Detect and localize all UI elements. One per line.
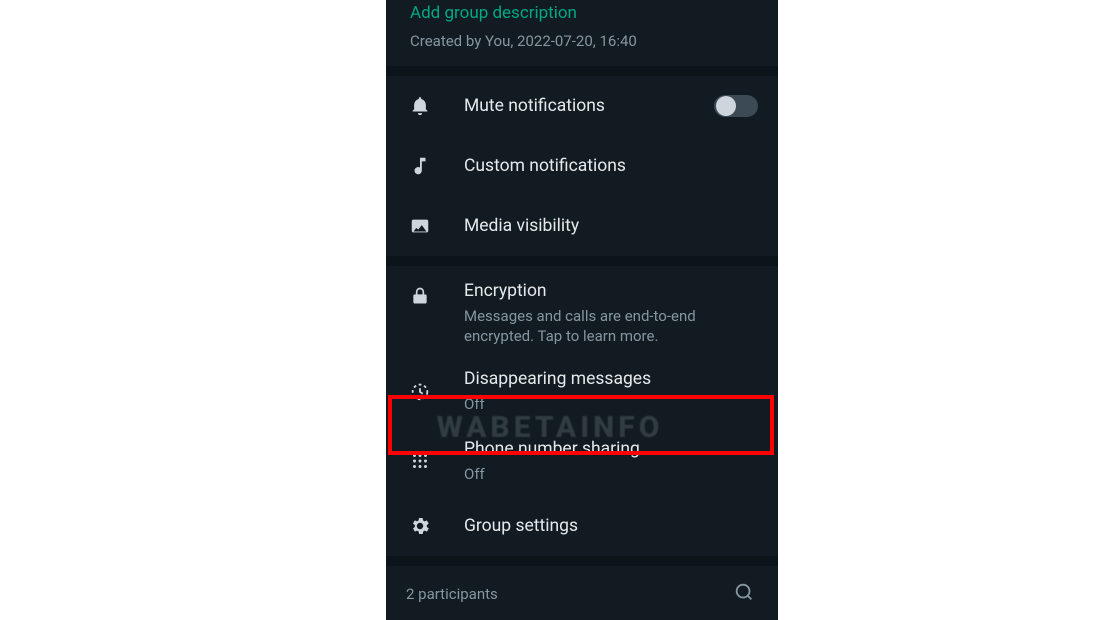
- privacy-section: Encryption Messages and calls are end-to…: [386, 266, 778, 556]
- disappearing-messages-row[interactable]: Disappearing messages Off: [386, 358, 778, 426]
- participants-count-label: 2 participants: [406, 585, 498, 603]
- add-group-description-link[interactable]: Add group description: [410, 2, 754, 24]
- search-participants-button[interactable]: [730, 580, 758, 608]
- music-note-icon: [406, 152, 434, 180]
- encryption-row[interactable]: Encryption Messages and calls are end-to…: [386, 266, 778, 358]
- encryption-sublabel: Messages and calls are end-to-end encryp…: [464, 306, 714, 346]
- section-divider: [386, 556, 778, 566]
- notifications-section: Mute notifications Custom notifications …: [386, 76, 778, 256]
- group-settings-row[interactable]: Group settings: [386, 496, 778, 556]
- phone-number-sharing-value: Off: [464, 464, 714, 484]
- media-visibility-row[interactable]: Media visibility: [386, 196, 778, 256]
- group-header: Add group description Created by You, 20…: [386, 0, 778, 66]
- media-visibility-label: Media visibility: [464, 215, 758, 237]
- gear-icon: [406, 512, 434, 540]
- participants-header: 2 participants: [386, 566, 778, 618]
- group-created-label: Created by You, 2022-07-20, 16:40: [410, 30, 754, 52]
- phone-screen: Add group description Created by You, 20…: [386, 0, 778, 620]
- disappearing-messages-value: Off: [464, 394, 714, 414]
- lock-icon: [406, 282, 434, 310]
- dialpad-icon: [406, 447, 434, 475]
- mute-notifications-row[interactable]: Mute notifications: [386, 76, 778, 136]
- mute-notifications-label: Mute notifications: [464, 95, 684, 117]
- section-divider: [386, 256, 778, 266]
- mute-notifications-toggle[interactable]: [714, 95, 758, 117]
- custom-notifications-label: Custom notifications: [464, 155, 758, 177]
- image-icon: [406, 212, 434, 240]
- timer-icon: [406, 377, 434, 405]
- disappearing-messages-label: Disappearing messages: [464, 368, 758, 390]
- section-divider: [386, 66, 778, 76]
- search-icon: [733, 581, 755, 607]
- page-stage: Add group description Created by You, 20…: [0, 0, 1100, 620]
- custom-notifications-row[interactable]: Custom notifications: [386, 136, 778, 196]
- bell-icon: [406, 92, 434, 120]
- group-settings-label: Group settings: [464, 515, 758, 537]
- phone-number-sharing-row[interactable]: Phone number sharing Off: [386, 426, 778, 496]
- encryption-label: Encryption: [464, 280, 758, 302]
- phone-number-sharing-label: Phone number sharing: [464, 438, 758, 460]
